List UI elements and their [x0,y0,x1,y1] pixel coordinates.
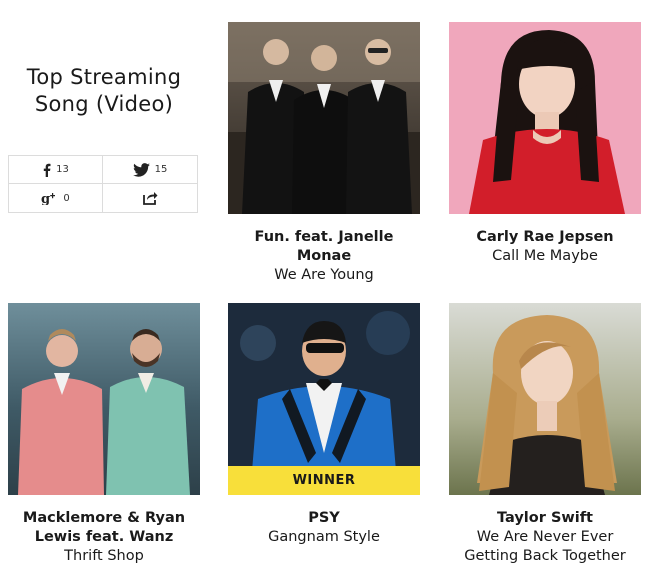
nominee-artist: Taylor Swift [497,510,593,526]
category-title-line1: Top Streaming [26,65,182,89]
category-title-line2: Song (Video) [34,92,174,116]
nominee-photo[interactable] [8,303,200,495]
nominee-card-taylor-swift[interactable]: Taylor Swift We Are Never Ever Getting B… [449,303,641,566]
twitter-count: 15 [154,164,168,175]
google-plus-count: 0 [63,192,70,204]
google-plus-icon: g [41,192,56,205]
nominee-artist: Carly Rae Jepsen [476,229,614,245]
share-buttons: 13 15 g 0 [8,155,198,213]
nominee-photo[interactable] [449,303,641,495]
nominee-artist: PSY [308,510,340,526]
nominee-card-fun[interactable]: Fun. feat. Janelle Monae We Are Young [228,22,420,285]
nominee-photo[interactable] [228,22,420,214]
twitter-icon [132,162,150,177]
nominee-song: Call Me Maybe [492,248,598,264]
google-plus-share-button[interactable]: g 0 [9,184,103,212]
nominee-song: Gangnam Style [268,529,380,545]
nominee-song: Thrift Shop [64,548,144,564]
category-title: Top Streaming Song (Video) [0,64,208,118]
nominee-artist: Fun. feat. Janelle Monae [254,229,394,264]
share-button[interactable] [103,184,197,212]
nominee-photo[interactable] [449,22,641,214]
twitter-share-button[interactable]: 15 [103,156,197,184]
facebook-share-button[interactable]: 13 [9,156,103,184]
nominee-song: We Are Never Ever Getting Back Together [464,529,626,564]
winner-badge: WINNER [228,466,420,495]
facebook-icon [43,163,51,177]
nominee-card-carly-rae-jepsen[interactable]: Carly Rae Jepsen Call Me Maybe [449,22,641,266]
nominee-card-macklemore[interactable]: Macklemore & Ryan Lewis feat. Wanz Thrif… [8,303,200,566]
nominee-song: We Are Young [274,267,374,283]
nominee-card-psy[interactable]: WINNER PSY Gangnam Style [228,303,420,547]
nominee-photo[interactable]: WINNER [228,303,420,495]
facebook-count: 13 [56,164,69,175]
share-arrow-icon [142,192,157,205]
svg-text:g: g [41,192,50,205]
nominee-artist: Macklemore & Ryan Lewis feat. Wanz [22,510,186,545]
